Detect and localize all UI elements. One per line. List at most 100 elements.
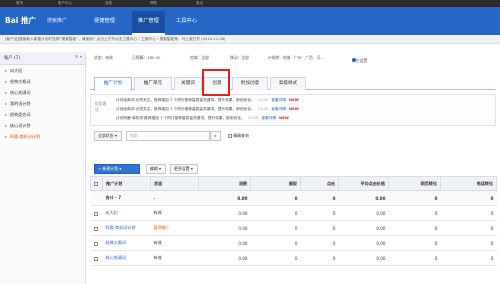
state-cell[interactable]: 有效 bbox=[150, 250, 199, 266]
baidu-logo[interactable]: Bai 推广 bbox=[5, 15, 36, 26]
web-conversions-cell: 0 bbox=[388, 250, 441, 266]
avg-cpc-cell: 0.00 bbox=[338, 205, 389, 221]
campaign-link[interactable]: 经典大概词 bbox=[106, 240, 126, 245]
chevron-down-icon: ▾ bbox=[119, 166, 122, 171]
row-checkbox[interactable] bbox=[93, 256, 98, 261]
account-tree-sidebar: 账户 (7) ⚙ ▾ ▸ 纠大纪 ▸ 经典大概词 ▸ 核心关键词 ▸ 我的词计划 ▸ 经典… bbox=[0, 52, 86, 284]
column-header-avg-cpc[interactable]: 平均点击价格 bbox=[338, 176, 389, 191]
tab-creative[interactable]: 创意 bbox=[204, 77, 230, 90]
new-badge: NEW bbox=[279, 116, 289, 120]
sidebar-item-campaign[interactable]: ▸ 核心关键词 bbox=[0, 87, 85, 98]
web-conversions-cell: 0 bbox=[388, 220, 441, 236]
state-cell[interactable]: 暂停推广 bbox=[150, 220, 199, 236]
campaign-status-bar: 状态：有效 日预算：180.00 地域：全部 移动：全部 IP排除：地域 · 广… bbox=[90, 52, 496, 63]
new-campaign-button[interactable]: + 新建计划 ▾ bbox=[94, 164, 140, 174]
account-root-label[interactable]: 账户 (7) bbox=[4, 56, 20, 61]
exact-query-checkbox[interactable] bbox=[228, 134, 232, 138]
new-campaign-label: + 新建计划 bbox=[98, 166, 119, 171]
column-header-campaign[interactable]: 推广计划 bbox=[102, 176, 151, 191]
row-select-cell[interactable] bbox=[90, 235, 103, 251]
topbar-link-logout[interactable]: 退出 bbox=[196, 1, 203, 6]
sidebar-item-campaign[interactable]: ▸ 纠大纪 bbox=[0, 65, 85, 76]
web-conversions-cell: 0 bbox=[388, 205, 441, 221]
table-toolbar: + 新建计划 ▾ 编辑 ▾ 更多设置 ▾ bbox=[90, 163, 496, 175]
sidebar-item-campaign-selected[interactable]: ▸ 阿鹿·商机词计划 bbox=[0, 131, 85, 142]
total-phone-conversions: 0 bbox=[440, 190, 497, 206]
sidebar-item-campaign[interactable]: ▸ 经典类合词 bbox=[0, 109, 85, 120]
sidebar-item-campaign[interactable]: ▸ 经典大概词 bbox=[0, 76, 85, 87]
clicks-cell: 0 bbox=[300, 220, 339, 236]
campaign-link[interactable]: 阿鹿·商机词计划 bbox=[106, 225, 136, 230]
table-row: 阿鹿·商机词计划 暂停推广 0.00 0 0 0.00 0 0 bbox=[90, 220, 497, 236]
select-all-cell[interactable] bbox=[90, 176, 103, 191]
sidebar-header: 账户 (7) ⚙ ▾ bbox=[0, 52, 85, 65]
search-input[interactable]: 搜索 bbox=[126, 131, 210, 141]
more-settings-button[interactable]: 更多设置 ▾ bbox=[170, 164, 198, 174]
column-header-web-conversions[interactable]: 网页转化 bbox=[388, 176, 441, 191]
tab-campaign[interactable]: 推广计划 bbox=[94, 77, 132, 91]
column-header-clicks[interactable]: 点击 bbox=[300, 176, 339, 191]
tab-extended-creative[interactable]: 附加创意 bbox=[232, 77, 268, 90]
tab-advanced-style[interactable]: 高级样式 bbox=[270, 77, 306, 90]
campaign-name-cell: 经典大概词 bbox=[102, 235, 151, 251]
announcement-bar[interactable]: [新产品]搜索新人新建计划时没带“搜索智能”，请使用？点击上方节点击工具中心 ›… bbox=[0, 35, 500, 44]
empty-cell bbox=[90, 190, 103, 206]
daily-budget[interactable]: 日预算：180.00 bbox=[132, 55, 160, 61]
topbar-link-help[interactable]: 帮助 bbox=[150, 1, 157, 6]
nav-tool-center[interactable]: 工具中心 bbox=[176, 17, 197, 24]
select-all-checkbox[interactable] bbox=[94, 182, 98, 186]
state-cell[interactable]: 有效 bbox=[150, 235, 199, 251]
campaign-link[interactable]: 纠大纪 bbox=[106, 210, 118, 215]
other-settings-label: 其它设置 bbox=[352, 58, 368, 63]
column-header-impressions[interactable]: 展现 bbox=[250, 176, 301, 191]
sidebar-item-label: 经典大概词 bbox=[10, 79, 31, 84]
filter-bar: 全部状态 ▾ 搜索 ⌕ 精确查询 bbox=[90, 130, 496, 142]
edit-button[interactable]: 编辑 ▾ bbox=[146, 164, 166, 174]
row-checkbox[interactable] bbox=[93, 241, 98, 246]
tips-label: 优化建议 bbox=[95, 101, 107, 112]
chevron-down-icon: ▾ bbox=[190, 166, 193, 171]
tip-detail-link[interactable]: 查看详情 bbox=[261, 116, 276, 120]
campaign-link[interactable]: 核心关键词 bbox=[106, 255, 126, 260]
impressions-cell: 0 bbox=[250, 235, 301, 251]
sidebar-item-label: 核心关键词 bbox=[10, 90, 31, 95]
state-cell[interactable]: 有效 bbox=[150, 205, 199, 221]
chevron-down-icon: ▾ bbox=[159, 166, 161, 171]
row-select-cell[interactable] bbox=[90, 250, 103, 266]
avg-cpc-cell: 0.00 bbox=[338, 220, 389, 236]
table-total-row: 合计 - 7 - 0.00 0 0 0.00 0 0 bbox=[90, 190, 497, 206]
nav-promotion-management[interactable]: 推广管理 bbox=[132, 11, 165, 35]
edit-label: 编辑 bbox=[150, 166, 158, 171]
impressions-cell: 0 bbox=[250, 220, 301, 236]
tab-adgroup[interactable]: 推广单元 bbox=[134, 77, 172, 90]
total-clicks: 0 bbox=[300, 190, 339, 206]
column-header-phone-conversions[interactable]: 电话转化 bbox=[440, 176, 497, 191]
status-filter-dropdown[interactable]: 全部状态 ▾ bbox=[94, 131, 122, 141]
tip-detail-link[interactable]: 查看详情 bbox=[271, 98, 286, 102]
exact-query-option[interactable]: 精确查询 bbox=[228, 133, 249, 139]
row-checkbox[interactable] bbox=[93, 226, 98, 231]
device-setting[interactable]: 移动：全部 bbox=[230, 55, 249, 61]
topbar-link-messages[interactable]: 消息 bbox=[105, 1, 112, 6]
row-select-cell[interactable] bbox=[90, 220, 103, 236]
region-setting[interactable]: 地域：全部 bbox=[190, 55, 209, 61]
topbar-link-home[interactable]: 首页 bbox=[16, 1, 23, 6]
topbar-link-account[interactable]: 账户中心 bbox=[58, 1, 72, 6]
ip-exclusion[interactable]: IP排除：地域 · 广州 · 广西 · 河... bbox=[268, 55, 324, 61]
row-select-cell[interactable] bbox=[90, 205, 103, 221]
campaign-state[interactable]: 状态：有效 bbox=[94, 55, 113, 61]
tab-keyword[interactable]: 关键词 bbox=[174, 77, 202, 90]
column-header-cost[interactable]: 消费 bbox=[198, 176, 251, 191]
sidebar-item-campaign[interactable]: ▸ 核心词计划 bbox=[0, 120, 85, 131]
sidebar-item-campaign[interactable]: ▸ 我的词计划 bbox=[0, 98, 85, 109]
tip-text: 计划经典词·必须关注，推荐增加 7 个同行推荐高质量关键词，提升效果，即刻优化。 bbox=[116, 107, 255, 111]
row-checkbox[interactable] bbox=[93, 211, 98, 216]
search-button[interactable]: ⌕ bbox=[210, 131, 221, 141]
tip-detail-link[interactable]: 查看详情 bbox=[271, 107, 286, 111]
table-row: 核心关键词 有效 0.00 0 0 0.00 0 0 bbox=[90, 250, 497, 266]
nav-convenient-management[interactable]: 便捷管理 bbox=[94, 17, 115, 24]
main-content: 状态：有效 日预算：180.00 地域：全部 移动：全部 IP排除：地域 · 广… bbox=[88, 52, 500, 284]
paused-state-label: 暂停推广 bbox=[153, 225, 170, 230]
column-header-state[interactable]: 状态 bbox=[150, 176, 199, 191]
sidebar-tools-icon[interactable]: ⚙ ▾ bbox=[75, 55, 82, 60]
